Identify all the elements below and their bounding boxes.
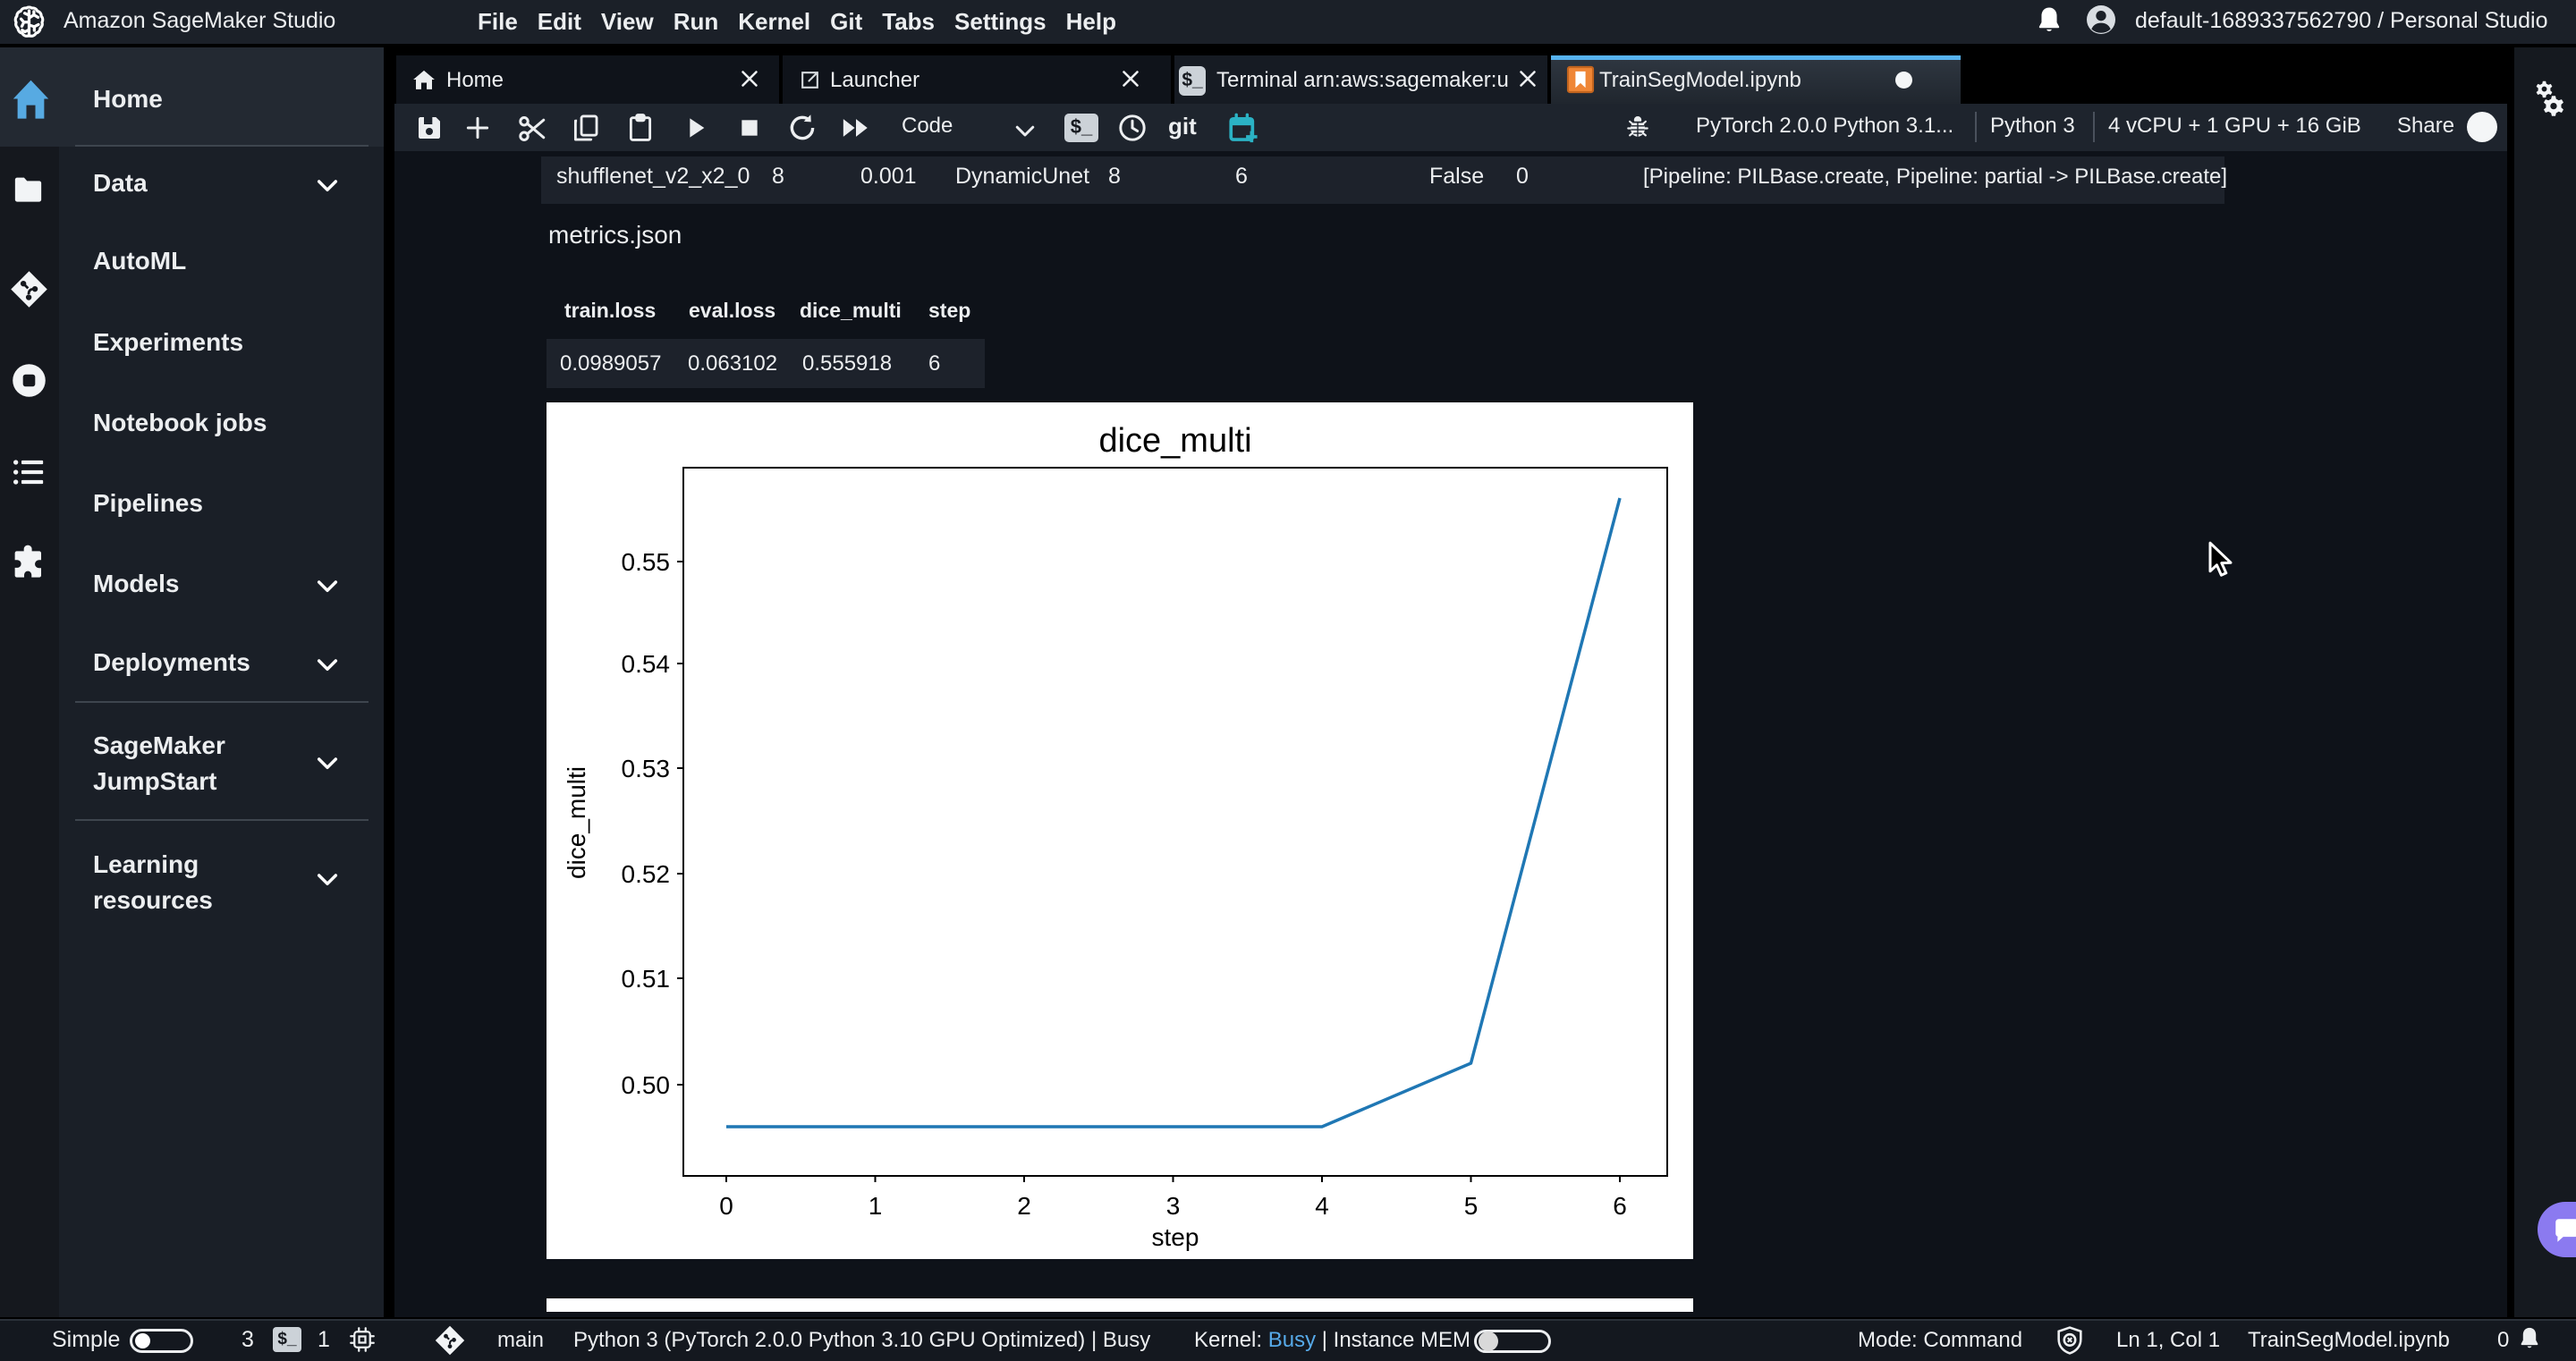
- svg-text:0.54: 0.54: [622, 650, 671, 678]
- svg-text:2: 2: [1017, 1192, 1031, 1220]
- svg-text:dice_multi: dice_multi: [563, 766, 590, 879]
- svg-text:step: step: [1152, 1223, 1199, 1251]
- svg-text:dice_multi: dice_multi: [1098, 422, 1251, 460]
- svg-text:0.55: 0.55: [622, 548, 671, 576]
- svg-text:6: 6: [1613, 1192, 1627, 1220]
- svg-text:0.52: 0.52: [622, 860, 671, 888]
- svg-text:0: 0: [719, 1192, 733, 1220]
- svg-text:1: 1: [869, 1192, 883, 1220]
- svg-text:5: 5: [1464, 1192, 1479, 1220]
- svg-text:0.53: 0.53: [622, 755, 671, 782]
- svg-text:4: 4: [1315, 1192, 1329, 1220]
- svg-text:0.50: 0.50: [622, 1071, 671, 1099]
- svg-text:3: 3: [1166, 1192, 1181, 1220]
- svg-text:0.51: 0.51: [622, 965, 671, 993]
